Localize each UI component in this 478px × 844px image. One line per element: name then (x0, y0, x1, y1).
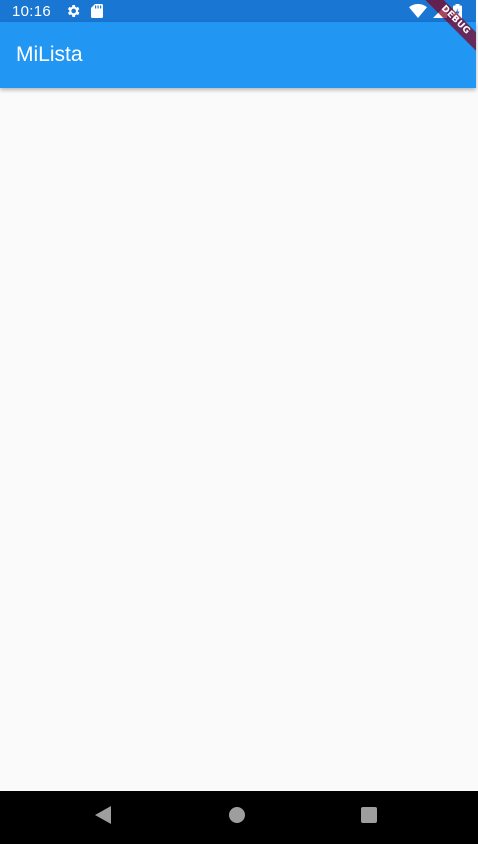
battery-icon (453, 3, 462, 19)
phone-screen: 10:16 MiLista DEBUG (0, 0, 478, 844)
home-button[interactable] (222, 791, 252, 844)
wifi-icon (409, 4, 427, 18)
app-bar: MiLista (0, 22, 476, 88)
status-bar: 10:16 (0, 0, 476, 22)
app-title: MiLista (16, 43, 83, 66)
gear-icon (65, 3, 81, 19)
navigation-bar (0, 791, 478, 844)
home-icon (228, 806, 246, 829)
back-icon (94, 805, 112, 830)
back-button[interactable] (88, 791, 118, 844)
recents-icon (360, 806, 378, 829)
sd-card-icon (91, 4, 104, 18)
status-right-icons (409, 0, 462, 22)
signal-icon (433, 4, 447, 18)
main-content[interactable] (0, 88, 476, 791)
recents-button[interactable] (354, 791, 384, 844)
status-time: 10:16 (12, 2, 52, 20)
